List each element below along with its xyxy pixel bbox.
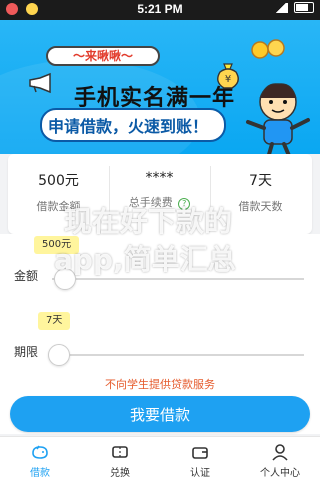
days-value: 7天 xyxy=(249,173,272,189)
tab-label-loan: 借款 xyxy=(30,468,50,479)
fee-summary: **** 总手续费 ? xyxy=(109,170,210,210)
fee-label-text: 总手续费 xyxy=(128,196,173,209)
wallet-icon xyxy=(192,447,208,459)
battery-icon xyxy=(294,2,314,13)
tab-exchange[interactable]: 兑换 xyxy=(80,437,160,480)
fee-label: 总手续费 ? xyxy=(109,194,210,210)
ticket-icon xyxy=(112,446,128,458)
loan-summary-card: 500元 借款金额 **** 总手续费 ? 7天 借款天数 xyxy=(8,154,312,234)
status-bar: 5:21 PM xyxy=(0,0,320,20)
amount-summary: 500元 借款金额 xyxy=(8,170,109,214)
coins-icon xyxy=(251,39,285,59)
amount-label: 金额 xyxy=(14,269,39,283)
megaphone-icon xyxy=(29,72,51,94)
promo-banner[interactable]: ～来啾啾～ 手机实名满一年 申请借款，火速到账！ ¥ xyxy=(0,20,320,154)
period-slider-handle[interactable] xyxy=(48,344,70,366)
signal-icon xyxy=(274,2,288,13)
user-icon xyxy=(272,444,288,461)
app-screen: 5:21 PM ～来啾啾～ 手机实名满一年 申请借款，火速到账！ ¥ 500元 … xyxy=(0,0,320,480)
apply-loan-button[interactable]: 我要借款 xyxy=(10,396,310,432)
amount-label: 借款金额 xyxy=(36,200,81,213)
tab-label-exchange: 兑换 xyxy=(110,468,130,479)
svg-text:¥: ¥ xyxy=(225,74,231,85)
cartoon-mascot-icon xyxy=(246,83,310,154)
period-label: 期限 xyxy=(14,345,39,359)
period-slider-track[interactable] xyxy=(52,354,304,356)
student-notice: 不向学生提供贷款服务 xyxy=(105,378,215,391)
amount-tooltip: 500元 xyxy=(34,236,80,254)
tab-label-verify: 认证 xyxy=(190,468,210,479)
tab-verify[interactable]: 认证 xyxy=(160,437,240,480)
tab-loan[interactable]: 借款 xyxy=(0,437,80,480)
banner-tag: ～来啾啾～ xyxy=(46,46,160,66)
tab-label-profile: 个人中心 xyxy=(260,468,300,479)
tab-profile[interactable]: 个人中心 xyxy=(240,437,320,480)
days-summary: 7天 借款天数 xyxy=(210,170,311,214)
status-time: 5:21 PM xyxy=(137,2,183,16)
amount-value: 500元 xyxy=(38,173,79,189)
help-icon[interactable]: ? xyxy=(178,198,191,210)
bottom-navigation: 借款 兑换 认证 个人中心 xyxy=(0,436,320,480)
fee-value: **** xyxy=(145,170,174,186)
amount-slider-handle[interactable] xyxy=(54,268,76,290)
banner-cta-text: 申请借款，火速到账！ xyxy=(48,117,209,136)
days-label: 借款天数 xyxy=(238,200,283,213)
period-tooltip: 7天 xyxy=(38,312,71,330)
amount-slider-track[interactable] xyxy=(52,278,304,280)
status-right-icons xyxy=(274,2,314,13)
piggy-bank-icon xyxy=(32,445,48,459)
